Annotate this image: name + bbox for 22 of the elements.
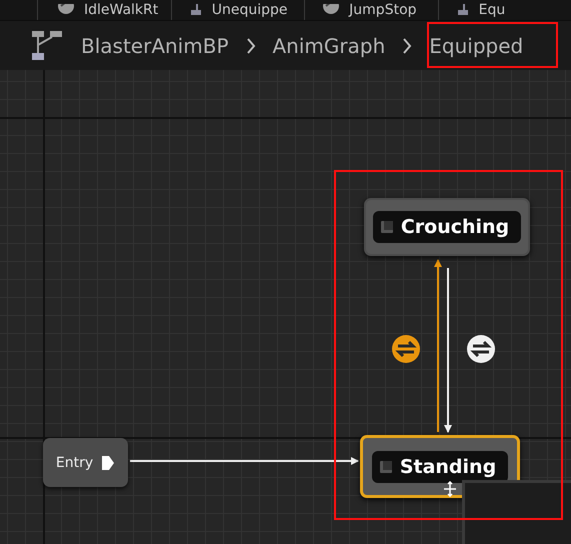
animation-sequence-icon [58,4,74,16]
entry-node[interactable]: Entry [43,438,128,487]
document-tab[interactable]: JumpStop [304,0,438,20]
state-name: Standing [400,456,496,478]
chevron-icon [246,38,256,54]
state-icon [380,221,393,233]
breadcrumb-item[interactable]: Equipped [429,34,524,58]
state-name: Crouching [400,216,510,238]
breadcrumb-item[interactable]: BlasterAnimBP [81,34,228,58]
breadcrumb-item[interactable]: AnimGraph [272,34,386,58]
move-cursor-icon [443,481,457,497]
document-tab[interactable]: IdleWalkRt [37,0,171,20]
state-icon [456,4,469,16]
document-tab[interactable]: Equ [438,0,571,20]
state-icon [190,4,202,16]
state-node[interactable]: Crouching [364,198,530,256]
chevron-icon [402,38,412,54]
graph-icon [32,30,62,60]
output-pin-icon [101,454,116,470]
animation-sequence-icon [323,4,340,16]
document-tab[interactable]: Unequippe [170,0,304,20]
state-icon [380,460,392,472]
